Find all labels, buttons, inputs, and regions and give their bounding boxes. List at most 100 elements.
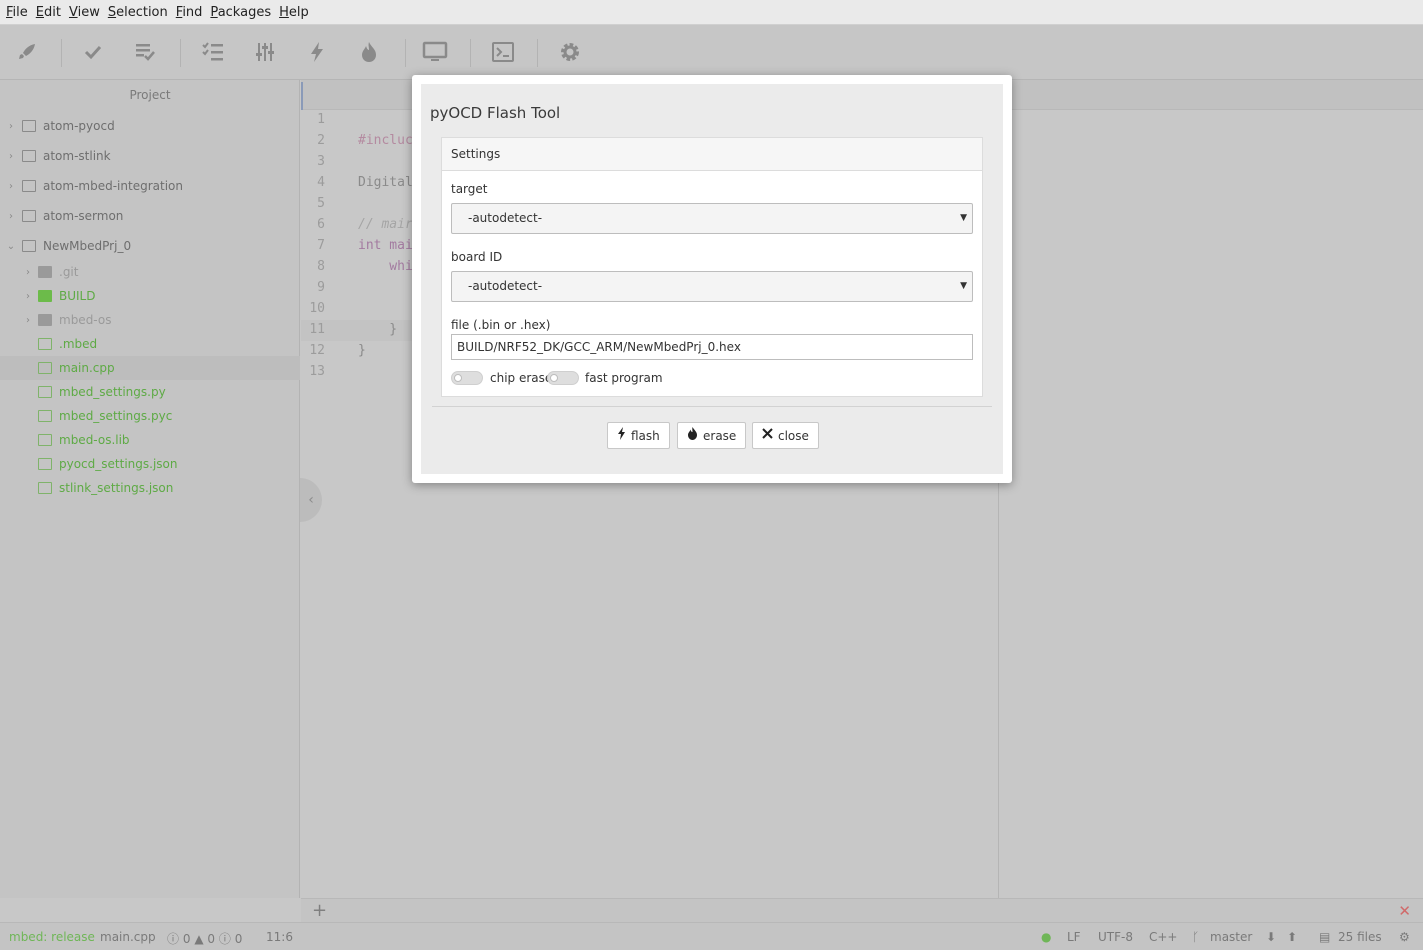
error-icon: ⓘ: [167, 932, 180, 946]
flash-button[interactable]: flash: [607, 422, 670, 449]
code-line[interactable]: }: [358, 343, 366, 358]
status-cursor[interactable]: 11:6: [266, 930, 293, 944]
chevron-right-icon: ›: [26, 266, 30, 278]
status-encoding[interactable]: UTF-8: [1098, 930, 1133, 944]
board-id-select[interactable]: -autodetect- ▼: [451, 271, 973, 302]
tree-file-main-cpp[interactable]: main.cpp: [0, 356, 300, 380]
tree-file-mbed-settings-pyc[interactable]: mbed_settings.pyc: [0, 404, 300, 428]
files-icon: ▤: [1319, 930, 1331, 944]
file-icon: [38, 458, 52, 470]
file-icon: [38, 434, 52, 446]
folder-icon: [38, 314, 52, 326]
sliders-icon[interactable]: [252, 39, 278, 65]
chevron-left-icon: ‹: [308, 492, 314, 508]
check-icon[interactable]: [80, 39, 106, 65]
status-grammar[interactable]: C++: [1149, 930, 1178, 944]
board-id-label: board ID: [451, 250, 503, 264]
tree-file-pyocd-settings[interactable]: pyocd_settings.json: [0, 452, 300, 476]
tree-root-atom-stlink[interactable]: › atom-stlink: [0, 144, 300, 168]
terminal-icon[interactable]: [490, 39, 516, 65]
toolbar-separator: [61, 39, 62, 67]
tree-file-stlink-settings[interactable]: stlink_settings.json: [0, 476, 300, 500]
line-number: 2: [317, 133, 325, 148]
toggle-knob: [454, 374, 462, 382]
tree-file-mbed[interactable]: .mbed: [0, 332, 300, 356]
code-line[interactable]: }: [358, 322, 397, 337]
code-line[interactable]: int mai: [358, 238, 413, 253]
dropdown-caret-icon: ▼: [960, 281, 967, 291]
line-number: 7: [317, 238, 325, 253]
line-number: 1: [317, 112, 325, 127]
menu-find[interactable]: Find: [172, 0, 207, 25]
line-number: 12: [309, 343, 325, 358]
file-icon: [38, 482, 52, 494]
chevron-right-icon: ›: [26, 290, 30, 302]
active-tab-marker: [301, 82, 303, 110]
target-select[interactable]: -autodetect- ▼: [451, 203, 973, 234]
menu-packages[interactable]: Packages: [206, 0, 275, 25]
line-number: 6: [317, 217, 325, 232]
code-line[interactable]: #incluc: [358, 133, 413, 148]
tree-folder-mbed-os[interactable]: › mbed-os: [0, 308, 300, 332]
fast-program-toggle[interactable]: [547, 371, 579, 385]
file-path-input[interactable]: BUILD/NRF52_DK/GCC_ARM/NewMbedPrj_0.hex: [451, 334, 973, 360]
line-number: 5: [317, 196, 325, 211]
plus-icon[interactable]: +: [312, 899, 327, 923]
repo-icon: [22, 150, 36, 162]
line-number: 3: [317, 154, 325, 169]
bolt-icon[interactable]: [304, 39, 330, 65]
checklist-icon[interactable]: [132, 39, 158, 65]
tree-root-atom-pyocd[interactable]: › atom-pyocd: [0, 114, 300, 138]
settings-panel: Settings target -autodetect- ▼ board ID …: [441, 137, 983, 397]
tree-file-mbed-settings-py[interactable]: mbed_settings.py: [0, 380, 300, 404]
menu-file[interactable]: File: [2, 0, 32, 25]
code-line[interactable]: Digital: [358, 175, 413, 190]
line-number: 9: [317, 280, 325, 295]
tree-folder-git[interactable]: › .git: [0, 260, 300, 284]
code-line[interactable]: // mair: [358, 217, 413, 232]
settings-icon[interactable]: ⚙: [1399, 930, 1410, 944]
fire-icon: [687, 427, 698, 444]
close-icon: [762, 428, 773, 443]
status-file[interactable]: main.cpp: [100, 930, 156, 944]
status-branch[interactable]: master: [1210, 930, 1252, 944]
tree-root-newmbedprj[interactable]: ⌄ NewMbedPrj_0: [0, 234, 300, 258]
status-mbed[interactable]: mbed: release: [9, 930, 95, 944]
repo-icon: [22, 240, 36, 252]
chip-erase-toggle[interactable]: [451, 371, 483, 385]
tree-root-atom-sermon[interactable]: › atom-sermon: [0, 204, 300, 228]
tree-folder-build[interactable]: › BUILD: [0, 284, 300, 308]
rocket-icon[interactable]: [14, 39, 40, 65]
pyocd-flash-dialog: pyOCD Flash Tool Settings target -autode…: [412, 75, 1012, 483]
tasks-icon[interactable]: [200, 39, 226, 65]
close-button[interactable]: close: [752, 422, 819, 449]
erase-button[interactable]: erase: [677, 422, 747, 449]
tree-root-atom-mbed-integration[interactable]: › atom-mbed-integration: [0, 174, 300, 198]
fire-icon[interactable]: [356, 39, 382, 65]
monitor-icon[interactable]: [422, 39, 448, 65]
status-line-ending[interactable]: LF: [1067, 930, 1081, 944]
menu-selection[interactable]: Selection: [104, 0, 172, 25]
menu-view[interactable]: View: [65, 0, 104, 25]
gear-icon[interactable]: [557, 39, 583, 65]
tree-file-mbed-os-lib[interactable]: mbed-os.lib: [0, 428, 300, 452]
toggle-knob: [550, 374, 558, 382]
line-number: 11: [309, 322, 325, 337]
status-files[interactable]: 25 files: [1338, 930, 1382, 944]
warning-icon: ▲: [194, 932, 204, 946]
menu-help[interactable]: Help: [275, 0, 313, 25]
code-line[interactable]: whi: [358, 259, 413, 274]
settings-header: Settings: [442, 138, 982, 171]
close-icon[interactable]: ✕: [1398, 899, 1411, 923]
dialog-divider: [432, 406, 992, 407]
chevron-right-icon: ›: [9, 210, 13, 222]
status-diagnostics[interactable]: ⓘ 0 ▲ 0 ⓘ 0: [167, 930, 242, 947]
fetch-down-icon[interactable]: ⬇: [1266, 930, 1276, 944]
menu-bar: File Edit View Selection Find Packages H…: [0, 0, 1423, 25]
chevron-right-icon: ›: [9, 120, 13, 132]
menu-edit[interactable]: Edit: [32, 0, 65, 25]
push-up-icon[interactable]: ⬆: [1287, 930, 1297, 944]
toolbar-separator: [405, 39, 406, 67]
file-label: file (.bin or .hex): [451, 318, 551, 332]
chip-erase-label: chip erase: [490, 371, 553, 385]
